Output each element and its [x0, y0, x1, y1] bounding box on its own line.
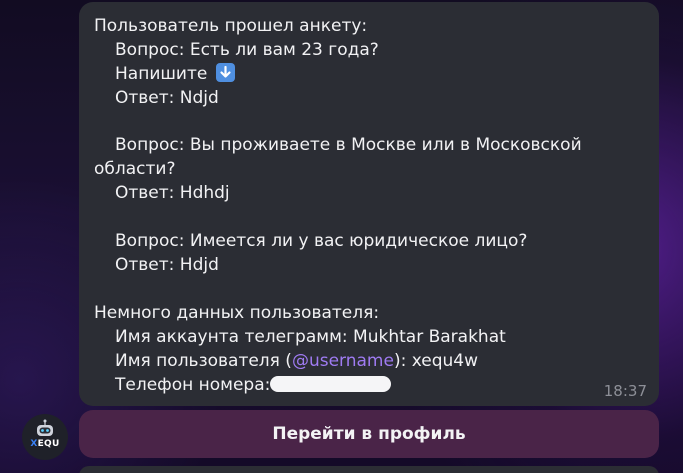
username-mention-link[interactable]: @username — [292, 351, 394, 371]
robot-icon — [37, 419, 53, 436]
account-name: Имя аккаунта телеграмм: Mukhtar Barakhat — [115, 327, 506, 347]
answer-2: Ответ: Hdhdj — [115, 183, 230, 203]
username-suffix: ): xequ4w — [393, 351, 478, 371]
question-2-line-1: Вопрос: Вы проживаете в Москве или в Мос… — [115, 135, 582, 155]
question-1: Вопрос: Есть ли вам 23 года? — [115, 40, 379, 60]
question-1-hint: Напишите — [115, 62, 235, 86]
message-time: 18:37 — [603, 382, 647, 400]
down-arrow-emoji-icon — [215, 63, 235, 82]
redacted-phone — [270, 376, 392, 392]
question-3: Вопрос: Имеется ли у вас юридическое лиц… — [115, 231, 528, 251]
phone-line: Телефон номера: — [115, 373, 392, 397]
user-data-header: Немного данных пользователя: — [94, 303, 380, 323]
answer-3: Ответ: Hdjd — [115, 255, 219, 275]
bot-avatar[interactable]: XEQU — [22, 414, 68, 460]
username-prefix: Имя пользователя ( — [115, 351, 292, 371]
avatar-brand-x: X — [30, 439, 38, 449]
next-message-bubble — [79, 466, 659, 473]
avatar-brand-text: XEQU — [22, 439, 68, 449]
question-2-line-2: области? — [94, 159, 176, 179]
survey-header: Пользователь прошел анкету: — [94, 16, 368, 36]
avatar-brand-rest: EQU — [37, 439, 60, 449]
message-bubble: Пользователь прошел анкету: Вопрос: Есть… — [79, 2, 659, 406]
username-line: Имя пользователя (@username): xequ4w — [115, 349, 478, 373]
go-to-profile-button[interactable]: Перейти в профиль — [79, 410, 659, 458]
question-1-hint-text: Напишите — [115, 64, 208, 84]
phone-label: Телефон номера: — [115, 375, 271, 395]
answer-1: Ответ: Ndjd — [115, 88, 219, 108]
